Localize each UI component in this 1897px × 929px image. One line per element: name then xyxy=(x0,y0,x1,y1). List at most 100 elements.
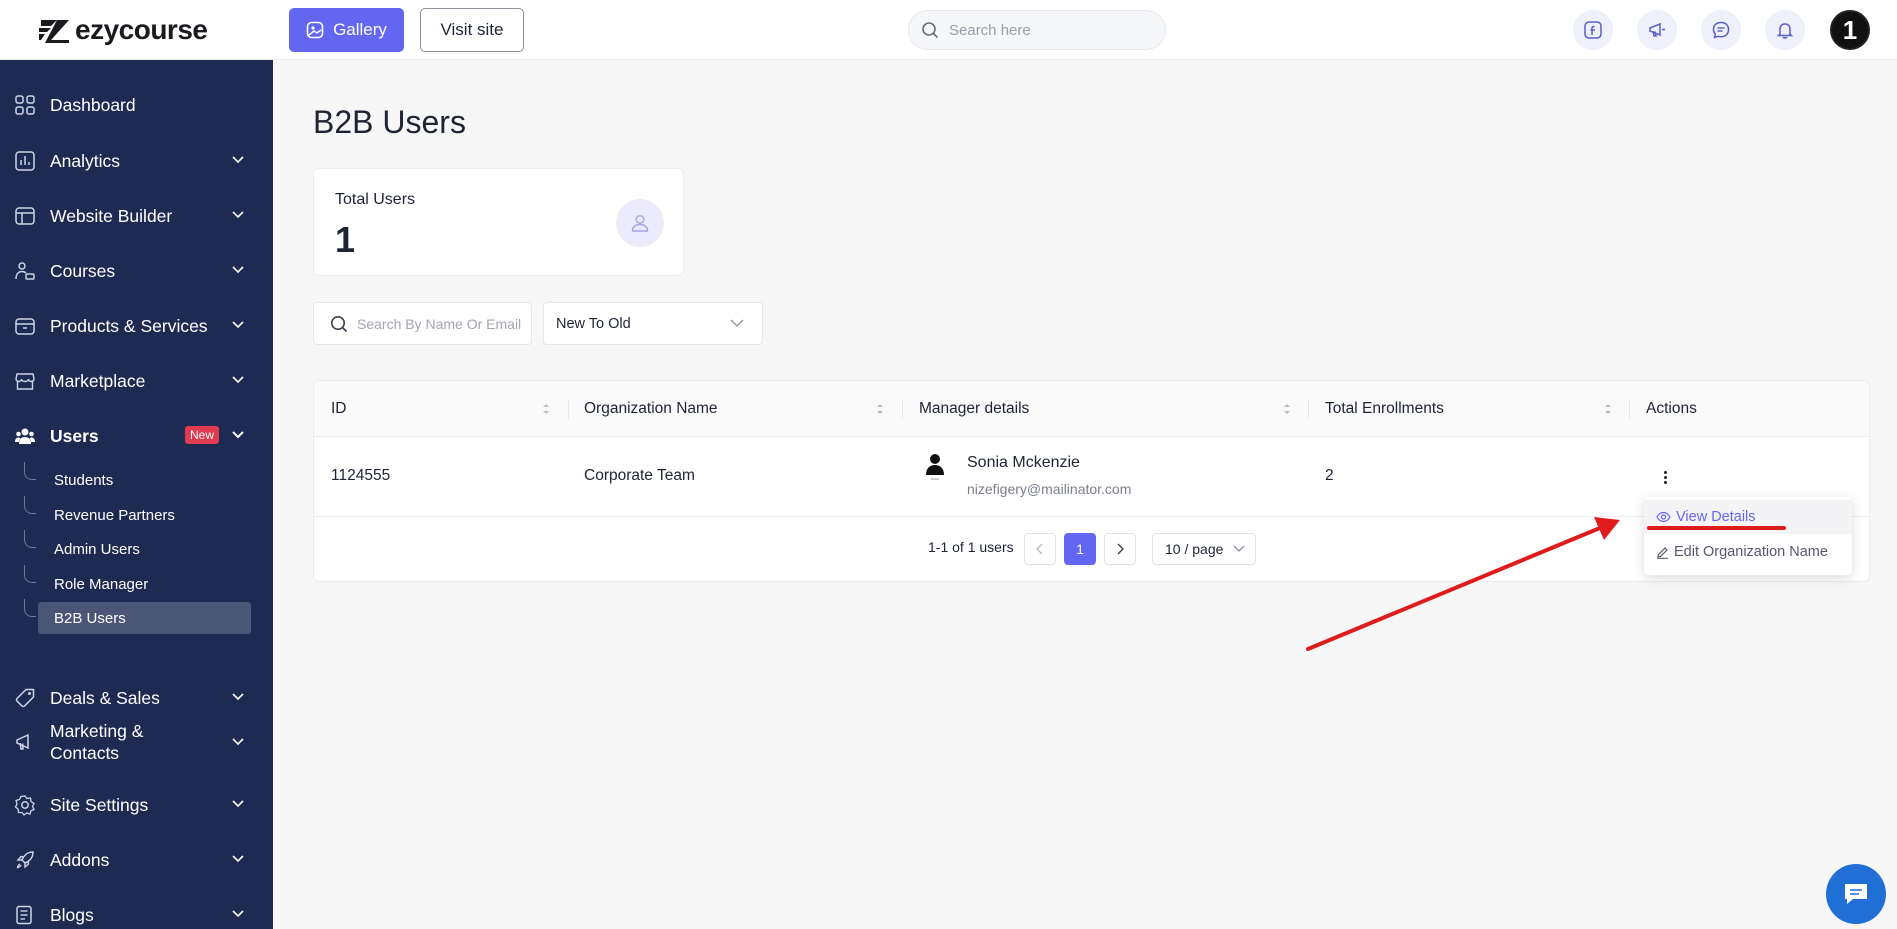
chevron-down-icon xyxy=(232,910,244,918)
new-badge: New xyxy=(185,426,220,444)
sort-icon[interactable] xyxy=(1282,401,1292,417)
sidebar-label: Dashboard xyxy=(50,94,136,115)
courses-icon xyxy=(14,260,36,282)
page-title: B2B Users xyxy=(313,104,466,140)
tree-connector xyxy=(24,599,36,617)
chevron-down-icon xyxy=(232,156,244,164)
view-details-menu-item[interactable]: View Details xyxy=(1644,500,1852,534)
user-search[interactable] xyxy=(313,302,532,345)
logo[interactable]: ezycourse xyxy=(0,0,273,60)
sidebar-item-products-services[interactable]: Products & Services xyxy=(0,306,273,346)
sort-icon[interactable] xyxy=(541,401,551,417)
chevron-left-icon xyxy=(1036,543,1043,555)
next-page-button[interactable] xyxy=(1104,533,1136,565)
gallery-button[interactable]: Gallery xyxy=(289,8,404,52)
column-header-enrollments[interactable]: Total Enrollments xyxy=(1325,381,1444,437)
gear-icon xyxy=(14,794,36,816)
row-actions-menu-button[interactable] xyxy=(1655,465,1675,489)
sidebar-subitem-role-manager[interactable]: Role Manager xyxy=(38,568,251,600)
analytics-icon xyxy=(14,150,36,172)
sidebar-subitem-revenue-partners[interactable]: Revenue Partners xyxy=(38,499,251,531)
prev-page-button[interactable] xyxy=(1024,533,1056,565)
manager-avatar-icon xyxy=(926,454,944,480)
global-search-input[interactable] xyxy=(949,21,1139,39)
sidebar-item-website-builder[interactable]: Website Builder xyxy=(0,196,273,236)
edit-organization-label: Edit Organization Name xyxy=(1674,544,1828,560)
sidebar-item-marketing-contacts[interactable]: Marketing & Contacts xyxy=(0,716,273,768)
sidebar-item-deals-sales[interactable]: Deals & Sales xyxy=(0,678,273,718)
cell-enrollments: 2 xyxy=(1325,467,1334,484)
users-icon xyxy=(14,425,36,447)
sidebar-item-marketplace[interactable]: Marketplace xyxy=(0,361,273,401)
chevron-down-icon xyxy=(232,855,244,863)
page-button-current[interactable]: 1 xyxy=(1064,533,1096,565)
row-actions-dropdown: View Details Edit Organization Name xyxy=(1644,497,1852,575)
column-divider xyxy=(568,399,569,419)
sidebar-item-courses[interactable]: Courses xyxy=(0,251,273,291)
chevron-down-icon xyxy=(232,321,244,329)
column-header-actions: Actions xyxy=(1646,400,1697,417)
sidebar-item-addons[interactable]: Addons xyxy=(0,840,273,880)
facebook-icon xyxy=(1584,21,1602,39)
table-row: 1124555 Corporate Team Sonia Mckenzie ni… xyxy=(314,437,1869,517)
sort-icon[interactable] xyxy=(1603,401,1613,417)
notifications-button[interactable] xyxy=(1765,10,1805,50)
view-details-label: View Details xyxy=(1676,509,1756,525)
chevron-down-icon xyxy=(1233,545,1245,552)
tree-connector xyxy=(24,530,36,548)
chevron-down-icon xyxy=(232,738,244,746)
sidebar-item-dashboard[interactable]: Dashboard xyxy=(0,85,273,125)
sidebar-subitem-admin-users[interactable]: Admin Users xyxy=(38,533,251,565)
edit-organization-menu-item[interactable]: Edit Organization Name xyxy=(1644,535,1852,569)
messages-button[interactable] xyxy=(1701,10,1741,50)
user-avatar[interactable]: 1 xyxy=(1830,10,1870,50)
sidebar-label: Courses xyxy=(50,260,116,281)
chevron-down-icon xyxy=(232,431,244,439)
store-icon xyxy=(14,370,36,392)
sidebar-item-blogs[interactable]: Blogs xyxy=(0,895,273,929)
sidebar-label: Analytics xyxy=(50,150,121,171)
sidebar-label: Marketing & Contacts xyxy=(50,721,144,763)
support-chat-button[interactable] xyxy=(1826,864,1886,924)
tree-connector xyxy=(24,496,36,514)
chevron-down-icon xyxy=(232,693,244,701)
page-size-select[interactable]: 10 / page xyxy=(1152,533,1256,565)
manager-email: nizefigery@mailinator.com xyxy=(967,481,1132,497)
facebook-button[interactable] xyxy=(1573,10,1613,50)
sidebar-label: Users xyxy=(50,425,99,446)
tree-connector xyxy=(24,565,36,583)
sidebar-label: Marketplace xyxy=(50,370,146,391)
chevron-down-icon xyxy=(232,800,244,808)
sidebar-item-analytics[interactable]: Analytics xyxy=(0,141,273,181)
sidebar-item-users[interactable]: Users New xyxy=(0,416,273,456)
chevron-down-icon xyxy=(232,266,244,274)
column-divider xyxy=(1629,399,1630,419)
global-search[interactable] xyxy=(908,10,1166,50)
sidebar-subitem-b2b-users[interactable]: B2B Users xyxy=(38,602,251,634)
sort-icon[interactable] xyxy=(875,401,885,417)
sidebar-item-site-settings[interactable]: Site Settings xyxy=(0,785,273,825)
chat-icon xyxy=(1845,884,1867,904)
table-header: ID Organization Name Manager details Tot… xyxy=(314,381,1869,437)
column-header-id[interactable]: ID xyxy=(331,381,347,437)
eye-icon xyxy=(1656,511,1671,523)
visit-site-button[interactable]: Visit site xyxy=(420,8,524,52)
chat-bubble-icon xyxy=(1712,21,1730,39)
gallery-icon xyxy=(306,21,324,39)
column-header-manager[interactable]: Manager details xyxy=(919,381,1029,437)
manager-name: Sonia Mckenzie xyxy=(967,454,1080,471)
page-size-value: 10 / page xyxy=(1165,541,1224,557)
top-bar: ezycourse Gallery Visit site 1 xyxy=(0,0,1897,60)
search-icon xyxy=(922,22,939,39)
sidebar-label: Deals & Sales xyxy=(50,687,160,708)
sidebar-subitem-students[interactable]: Students xyxy=(38,464,251,496)
announcement-button[interactable] xyxy=(1637,10,1677,50)
sidebar-label: Blogs xyxy=(50,904,94,925)
user-search-input[interactable] xyxy=(357,315,527,332)
tag-icon xyxy=(14,687,36,709)
column-divider xyxy=(902,399,903,419)
column-header-organization[interactable]: Organization Name xyxy=(584,381,718,437)
stat-value: 1 xyxy=(335,219,356,260)
sort-select[interactable]: New To Old xyxy=(543,302,763,345)
chevron-down-icon xyxy=(232,211,244,219)
